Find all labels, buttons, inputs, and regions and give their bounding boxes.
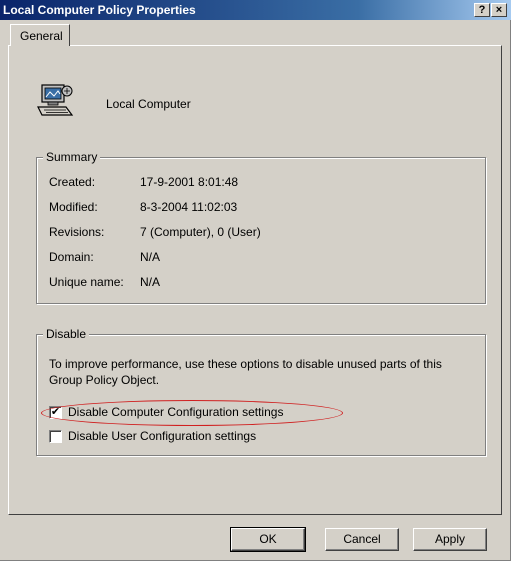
computer-label: Local Computer [106,97,191,111]
properties-dialog: Local Computer Policy Properties ? × Gen… [0,0,511,561]
tab-general-label: General [20,29,63,43]
help-button[interactable]: ? [474,3,490,17]
unique-name-label: Unique name: [49,275,124,289]
summary-group: Summary Created: 17-9-2001 8:01:48 Modif… [36,150,486,304]
disable-user-config-checkbox[interactable] [49,430,62,443]
disable-description: To improve performance, use these option… [49,357,442,387]
domain-value: N/A [140,250,161,264]
domain-label: Domain: [49,250,94,264]
modified-label: Modified: [49,200,98,214]
computer-icon [37,84,74,116]
tab-general[interactable]: General [10,24,70,46]
created-label: Created: [49,175,96,189]
cancel-button[interactable]: Cancel [325,528,399,551]
ok-button[interactable]: OK [230,527,306,552]
window-title: Local Computer Policy Properties [3,3,196,17]
disable-computer-config-checkbox[interactable]: ✔ [49,406,62,419]
disable-group: Disable To improve performance, use thes… [36,327,486,456]
created-value: 17-9-2001 8:01:48 [140,175,239,189]
modified-value: 8-3-2004 11:02:03 [140,200,238,214]
revisions-label: Revisions: [49,225,105,239]
disable-user-config-label: Disable User Configuration settings [68,429,257,443]
disable-legend: Disable [43,327,90,341]
apply-button[interactable]: Apply [413,528,487,551]
revisions-value: 7 (Computer), 0 (User) [140,225,261,239]
disable-computer-config-label: Disable Computer Configuration settings [68,405,284,419]
summary-legend: Summary [43,150,101,164]
close-button[interactable]: × [491,3,507,17]
title-bar[interactable]: Local Computer Policy Properties [0,0,511,20]
unique-name-value: N/A [140,275,161,289]
